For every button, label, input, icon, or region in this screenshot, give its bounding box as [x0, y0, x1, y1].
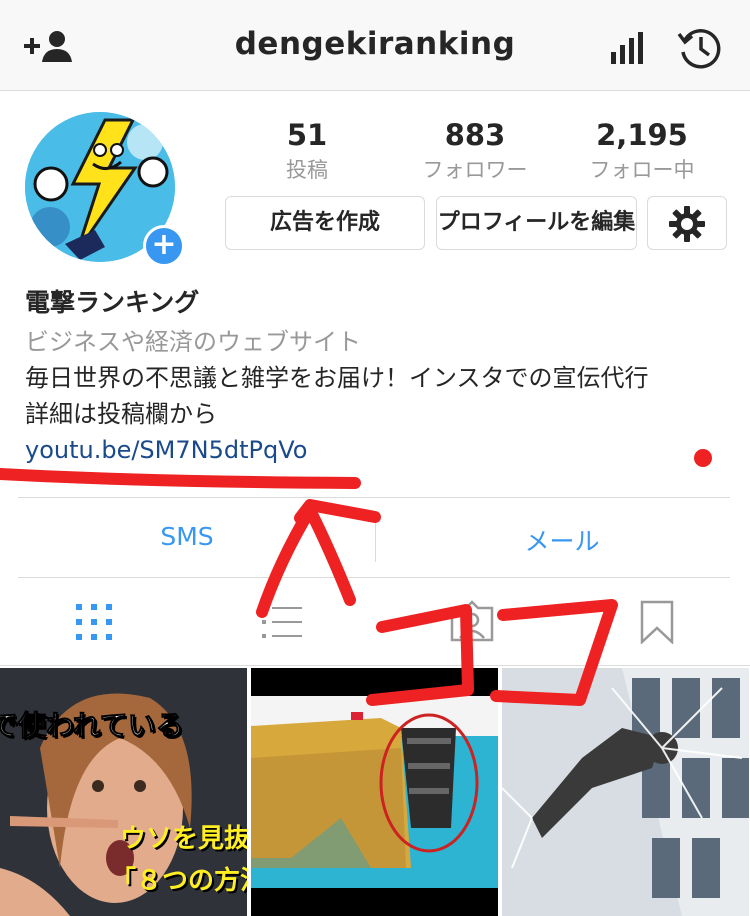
archive-icon[interactable]	[677, 26, 723, 70]
post-overlay-text: 「８つの方法	[110, 866, 247, 896]
contact-divider	[375, 512, 376, 562]
posts-count: 51	[286, 118, 328, 152]
posts-stat[interactable]: 51 投稿	[242, 118, 372, 184]
bio-line-1: 毎日世界の不思議と雑学をお届け！インスタでの宣伝代行	[25, 364, 649, 392]
following-count: 2,195	[596, 118, 688, 152]
posts-label: 投稿	[286, 158, 328, 182]
annotation-dot	[694, 449, 712, 467]
following-stat[interactable]: 2,195 フォロー中	[577, 118, 707, 184]
divider	[18, 497, 730, 498]
bio-line-2: 詳細は投稿欄から	[25, 400, 217, 428]
grid-icon[interactable]	[76, 604, 112, 640]
settings-button[interactable]	[647, 196, 727, 250]
gear-icon	[668, 205, 706, 263]
followers-stat[interactable]: 883 フォロワー	[410, 118, 540, 184]
tagged-icon[interactable]	[450, 600, 494, 642]
profile-display-name: 電撃ランキング	[25, 288, 200, 317]
followers-count: 883	[444, 118, 506, 152]
insights-icon[interactable]	[609, 32, 645, 64]
followers-label: フォロワー	[422, 158, 528, 182]
sms-button[interactable]: SMS	[37, 522, 337, 551]
promote-button[interactable]: 広告を作成	[225, 196, 425, 250]
post-overlay-text: ウソを見抜	[120, 824, 247, 854]
annotation-arrow-head	[294, 499, 381, 524]
add-story-button[interactable]: +	[143, 225, 185, 267]
post-thumbnail[interactable]	[502, 668, 749, 916]
bookmark-icon[interactable]	[640, 600, 674, 645]
edit-profile-button[interactable]: プロフィールを編集	[436, 196, 637, 250]
post-thumbnail[interactable]: で使われている ウソを見抜 「８つの方法	[0, 668, 247, 916]
profile-bio: 毎日世界の不思議と雑学をお届け！インスタでの宣伝代行 詳細は投稿欄から	[25, 360, 725, 432]
following-label: フォロー中	[589, 158, 695, 182]
profile-link[interactable]: youtu.be/SM7N5dtPqVo	[25, 436, 307, 464]
post-overlay-text: で使われている	[0, 709, 184, 743]
divider	[18, 577, 730, 578]
annotation-underline	[0, 468, 361, 489]
list-icon[interactable]	[262, 604, 302, 640]
divider	[0, 665, 750, 666]
profile-category: ビジネスや経済のウェブサイト	[25, 328, 361, 356]
top-bar: dengekiranking	[0, 0, 750, 91]
email-button[interactable]: メール	[412, 522, 712, 558]
post-thumbnail[interactable]	[251, 668, 498, 916]
